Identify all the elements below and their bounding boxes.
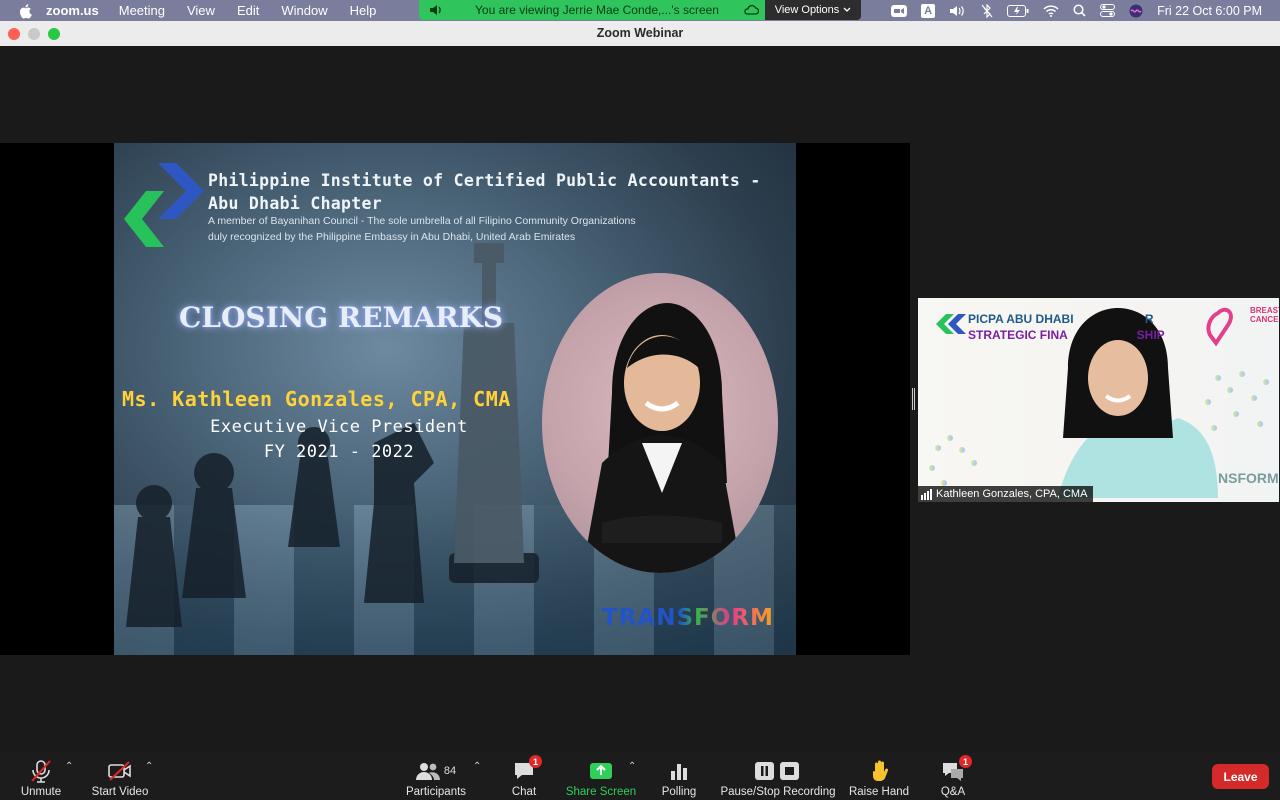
share-screen-icon [589, 758, 613, 784]
meeting-toolbar: Unmute ⌃ Start Video ⌃ 84 Participants ⌃… [0, 753, 1280, 800]
window-minimize-button[interactable] [28, 28, 40, 40]
picpa-logo-icon [124, 163, 204, 247]
panel-resize-handle[interactable] [912, 388, 915, 410]
recording-label: Pause/Stop Recording [720, 786, 836, 798]
spotlight-search-icon[interactable] [1073, 4, 1086, 17]
tile-banner-line2-end: SHIP [1136, 328, 1165, 342]
speaker-portrait-image [542, 273, 778, 573]
chevron-down-icon [843, 7, 851, 12]
start-video-button[interactable]: Start Video [88, 753, 152, 800]
slide-org-line2: Abu Dhabi Chapter [208, 194, 382, 213]
view-options-label: View Options [774, 4, 840, 16]
menu-window[interactable]: Window [281, 3, 327, 18]
transform-logo: TRANSFORM [602, 605, 774, 631]
menu-app-zoom[interactable]: zoom.us [46, 3, 99, 18]
raise-hand-button[interactable]: Raise Hand [848, 753, 910, 800]
share-screen-label: Share Screen [565, 786, 637, 798]
participants-button[interactable]: 84 Participants [402, 753, 470, 800]
leave-button[interactable]: Leave [1212, 764, 1269, 789]
slide-speaker-term: FY 2021 - 2022 [263, 442, 415, 462]
siri-icon[interactable] [1129, 4, 1143, 18]
window-title-bar: Zoom Webinar [0, 21, 1280, 46]
tile-banner-line1: PICPA ABU DHABI R [968, 312, 1154, 326]
participant-name-label: Kathleen Gonzales, CPA, CMA [918, 486, 1094, 502]
recording-controls-icon [755, 758, 801, 784]
cloud-icon [744, 4, 759, 15]
qa-unread-badge: 1 [959, 755, 972, 768]
chat-button[interactable]: 1 Chat [504, 753, 544, 800]
menu-edit[interactable]: Edit [237, 3, 259, 18]
shared-screen-view[interactable]: Philippine Institute of Certified Public… [0, 143, 910, 655]
screen-share-banner: You are viewing Jerrie Mae Conde,...'s s… [419, 0, 765, 20]
control-center-icon[interactable] [1100, 4, 1116, 17]
video-options-caret[interactable]: ⌃ [145, 761, 153, 772]
awareness-line1: BREAST [1250, 306, 1279, 315]
menu-bar-clock[interactable]: Fri 22 Oct 6:00 PM [1157, 4, 1262, 18]
slide-org-line1: Philippine Institute of Certified Public… [208, 171, 761, 190]
participants-label: Participants [405, 786, 467, 798]
menu-bar-status-area: A Fri 22 Oct 6:00 PM [891, 0, 1280, 21]
share-banner-text: You are viewing Jerrie Mae Conde,...'s s… [475, 3, 719, 17]
view-options-button[interactable]: View Options [765, 0, 861, 20]
slide-speaker-name: Ms. Kathleen Gonzales, CPA, CMA [122, 387, 511, 411]
apple-icon[interactable] [18, 3, 32, 19]
slide-sub-line2: duly recognized by the Philippine Embass… [208, 231, 576, 243]
slide-speaker-role: Executive Vice President [210, 417, 468, 437]
signal-strength-icon [921, 488, 932, 500]
polling-button[interactable]: Polling [658, 753, 700, 800]
window-title: Zoom Webinar [596, 26, 684, 40]
tile-banner-line1-text: PICPA ABU DHABI [968, 312, 1074, 326]
slide-org-name: Philippine Institute of Certified Public… [208, 169, 761, 215]
pause-stop-recording-button[interactable]: Pause/Stop Recording [720, 753, 836, 800]
qa-button[interactable]: 1 Q&A [936, 753, 972, 800]
window-close-button[interactable] [8, 28, 20, 40]
unmute-button[interactable]: Unmute [18, 753, 64, 800]
polling-label: Polling [661, 786, 697, 798]
participants-icon: 84 [415, 758, 457, 784]
microphone-muted-icon [30, 758, 52, 784]
volume-icon[interactable] [949, 5, 967, 17]
window-fullscreen-button[interactable] [48, 28, 60, 40]
raise-hand-icon [870, 758, 888, 784]
participants-options-caret[interactable]: ⌃ [473, 761, 481, 772]
slide-heading: CLOSING REMARKS [179, 301, 504, 334]
tile-brand-fragment: NSFORM [1218, 470, 1279, 486]
transform-logo-text: TRANSFORM [602, 605, 774, 631]
tile-banner-line1-end: R [1144, 312, 1154, 326]
meeting-content-area: Philippine Institute of Certified Public… [0, 46, 1280, 753]
menu-view[interactable]: View [187, 3, 215, 18]
start-video-label: Start Video [91, 786, 149, 798]
polling-icon [669, 758, 689, 784]
share-options-caret[interactable]: ⌃ [628, 761, 636, 772]
speaker-icon[interactable] [429, 4, 443, 16]
unmute-label: Unmute [20, 786, 62, 798]
input-source-icon[interactable]: A [921, 3, 936, 18]
participant-name: Kathleen Gonzales, CPA, CMA [936, 488, 1088, 500]
zoom-status-icon[interactable] [891, 4, 908, 17]
menu-help[interactable]: Help [350, 3, 377, 18]
tile-banner-line2-text: STRATEGIC FINA [968, 328, 1068, 342]
slide-sub-line1: A member of Bayanihan Council - The sole… [208, 215, 636, 227]
audio-options-caret[interactable]: ⌃ [65, 761, 73, 772]
active-speaker-video[interactable]: PICPA ABU DHABI R STRATEGIC FINA SHIP BR… [918, 298, 1279, 502]
video-off-icon [107, 758, 133, 784]
awareness-line2: CANCER [1250, 315, 1279, 324]
chat-icon: 1 [513, 755, 542, 784]
raise-hand-label: Raise Hand [848, 786, 910, 798]
breast-cancer-awareness-logo: BREAST CANCER [1250, 306, 1279, 324]
bluetooth-off-icon[interactable] [981, 3, 993, 18]
qa-label: Q&A [940, 786, 966, 798]
slide-org-subtitle: A member of Bayanihan Council - The sole… [208, 213, 636, 245]
participants-count: 84 [443, 765, 457, 777]
wifi-icon[interactable] [1043, 4, 1059, 17]
chat-label: Chat [511, 786, 537, 798]
share-screen-button[interactable]: Share Screen [565, 753, 637, 800]
chat-unread-badge: 1 [529, 755, 542, 768]
battery-charging-icon[interactable] [1007, 4, 1029, 17]
menu-meeting[interactable]: Meeting [119, 3, 165, 18]
presentation-slide: Philippine Institute of Certified Public… [114, 143, 796, 655]
tile-banner-line2: STRATEGIC FINA SHIP [968, 328, 1165, 342]
qa-icon: 1 [941, 755, 972, 784]
